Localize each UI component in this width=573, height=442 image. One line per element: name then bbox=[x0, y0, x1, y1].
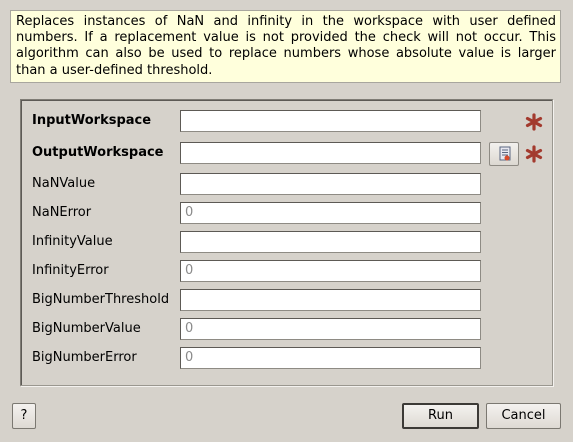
label-output-workspace: OutputWorkspace bbox=[32, 145, 164, 160]
nan-error-field[interactable]: 0 bbox=[180, 202, 481, 224]
workspace-browse-button[interactable] bbox=[489, 142, 519, 166]
big-number-threshold-field[interactable] bbox=[180, 289, 481, 311]
label-infinity-value: InfinityValue bbox=[32, 234, 113, 249]
required-asterisk-icon bbox=[525, 145, 543, 163]
cancel-button[interactable]: Cancel bbox=[486, 403, 561, 429]
label-nan-value: NaNValue bbox=[32, 176, 96, 191]
input-workspace-field[interactable] bbox=[180, 110, 481, 132]
label-big-number-value: BigNumberValue bbox=[32, 321, 141, 336]
run-button[interactable]: Run bbox=[402, 403, 479, 429]
label-big-number-error: BigNumberError bbox=[32, 350, 137, 365]
required-asterisk-icon bbox=[525, 113, 543, 131]
algorithm-description: Replaces instances of NaN and infinity i… bbox=[10, 10, 561, 83]
help-button[interactable]: ? bbox=[12, 403, 36, 429]
label-nan-error: NaNError bbox=[32, 205, 92, 220]
big-number-value-field[interactable]: 0 bbox=[180, 318, 481, 340]
workspace-browse-icon bbox=[499, 146, 511, 161]
nan-value-field[interactable] bbox=[180, 173, 481, 195]
label-infinity-error: InfinityError bbox=[32, 263, 109, 278]
label-input-workspace: InputWorkspace bbox=[32, 113, 152, 128]
label-big-number-threshold: BigNumberThreshold bbox=[32, 292, 170, 307]
infinity-value-field[interactable] bbox=[180, 231, 481, 253]
big-number-error-field[interactable]: 0 bbox=[180, 347, 481, 369]
output-workspace-field[interactable] bbox=[180, 142, 481, 164]
infinity-error-field[interactable]: 0 bbox=[180, 260, 481, 282]
